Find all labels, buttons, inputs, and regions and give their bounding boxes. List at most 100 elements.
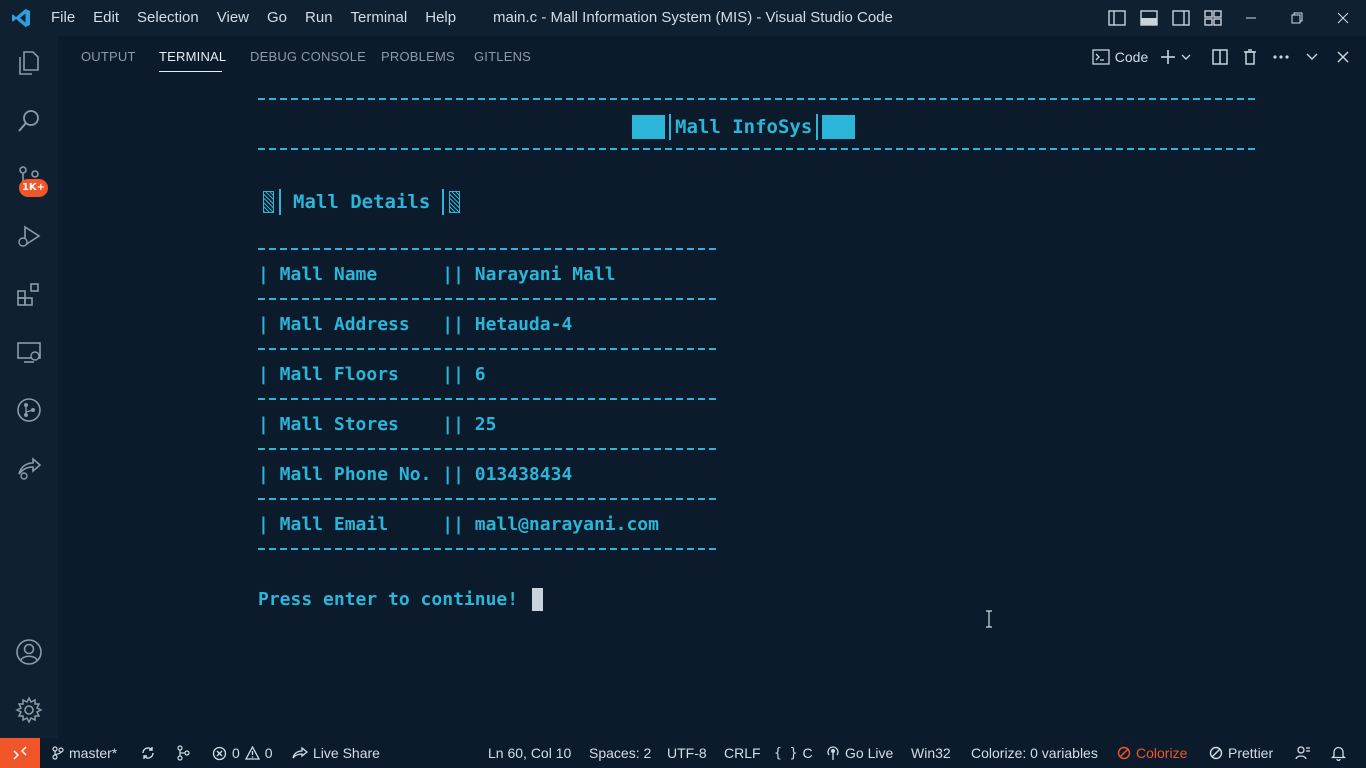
divider-line — [258, 548, 720, 550]
mouse-ibeam-icon — [986, 610, 992, 628]
layout-controls — [1106, 8, 1223, 28]
menu-edit[interactable]: Edit — [84, 0, 128, 36]
vertical-bar-glyph — [669, 114, 671, 140]
tab-gitlens[interactable]: GITLENS — [474, 49, 531, 64]
table-row: | Mall Address || Hetauda-4 — [258, 314, 572, 335]
menu-terminal[interactable]: Terminal — [342, 0, 417, 36]
minimize-icon[interactable] — [1228, 0, 1274, 36]
maximize-panel-chevron-icon[interactable] — [1297, 44, 1327, 70]
platform[interactable]: Win32 — [911, 738, 951, 768]
live-share-status[interactable]: Live Share — [292, 738, 380, 768]
remote-explorer-icon[interactable] — [0, 328, 58, 376]
git-graph-icon[interactable] — [176, 738, 190, 768]
menu-view[interactable]: View — [208, 0, 258, 36]
shade-glyph — [263, 191, 274, 213]
git-branch-icon — [52, 746, 64, 760]
accounts-icon[interactable] — [0, 628, 58, 676]
new-terminal-plus-icon[interactable] — [1157, 44, 1179, 70]
live-share-icon[interactable] — [0, 444, 58, 492]
menu-go[interactable]: Go — [258, 0, 296, 36]
feedback-icon[interactable] — [1295, 738, 1311, 768]
divider-line — [258, 298, 720, 300]
toggle-primary-sidebar-icon[interactable] — [1106, 8, 1127, 28]
table-row: | Mall Floors || 6 — [258, 364, 486, 385]
error-icon — [212, 746, 227, 760]
run-debug-icon[interactable] — [0, 212, 58, 260]
sync-icon[interactable] — [140, 738, 156, 768]
restore-icon[interactable] — [1274, 0, 1320, 36]
divider-line — [258, 98, 1258, 100]
status-bar: master* 0 0 Live Share Ln 60, Col 10 Spa… — [0, 738, 1366, 768]
row-value: Narayani Mall — [474, 264, 616, 285]
remote-indicator-icon[interactable] — [0, 738, 40, 768]
gitlens-icon[interactable] — [0, 386, 58, 434]
colorize-variables[interactable]: Colorize: 0 variables — [971, 738, 1098, 768]
extensions-icon[interactable] — [0, 270, 58, 318]
panel-header: OUTPUT TERMINAL DEBUG CONSOLE PROBLEMS G… — [58, 36, 1366, 78]
menu-run[interactable]: Run — [296, 0, 342, 36]
braces-icon: { } — [774, 745, 798, 761]
colorize-label: Colorize — [1136, 745, 1188, 761]
search-icon[interactable] — [0, 97, 58, 145]
encoding[interactable]: UTF-8 — [667, 738, 707, 768]
row-label: | Mall Stores || — [258, 414, 475, 435]
row-value: Hetauda-4 — [474, 314, 573, 335]
close-panel-icon[interactable] — [1327, 44, 1359, 70]
row-value: 013438434 — [474, 464, 573, 485]
vertical-bar-glyph — [816, 114, 819, 140]
app-title: Mall InfoSys — [675, 116, 813, 138]
table-row: | Mall Email || mall@narayani.com — [258, 514, 659, 535]
shade-glyph — [449, 191, 461, 213]
tab-debug-console[interactable]: DEBUG CONSOLE — [250, 49, 366, 64]
divider-line — [258, 498, 720, 500]
menu-selection[interactable]: Selection — [128, 0, 208, 36]
terminal-output[interactable]: Mall InfoSys Mall Details | Mall Name ||… — [58, 78, 1366, 738]
terminal-profile-button[interactable]: Code — [1089, 44, 1151, 70]
broadcast-icon — [827, 746, 839, 760]
block-glyph — [632, 115, 665, 139]
activity-bar: 1K+ — [0, 36, 58, 738]
tab-output[interactable]: OUTPUT — [81, 49, 136, 64]
branch-status[interactable]: master* — [52, 738, 117, 768]
divider-line — [258, 348, 720, 350]
line-ending[interactable]: CRLF — [724, 738, 761, 768]
menu-file[interactable]: File — [42, 0, 84, 36]
toggle-panel-icon[interactable] — [1138, 8, 1159, 28]
terminal-cursor — [532, 588, 543, 611]
live-share-arrow-icon — [292, 746, 308, 759]
colorize-button[interactable]: Colorize — [1117, 738, 1187, 768]
source-control-badge: 1K+ — [19, 179, 48, 197]
explorer-icon[interactable] — [0, 39, 58, 87]
row-label: | Mall Address || — [258, 314, 475, 335]
language-label: C — [802, 745, 813, 761]
toggle-secondary-sidebar-icon[interactable] — [1170, 8, 1191, 28]
customize-layout-icon[interactable] — [1202, 8, 1223, 28]
indentation[interactable]: Spaces: 2 — [589, 738, 651, 768]
go-live-button[interactable]: Go Live — [826, 738, 893, 768]
launch-profile-chevron-down-icon[interactable] — [1179, 44, 1193, 70]
language-mode[interactable]: { } C — [774, 738, 813, 768]
app-title-banner: Mall InfoSys — [632, 114, 856, 140]
row-label: | Mall Phone No. || — [258, 464, 475, 485]
problems-status[interactable]: 0 0 — [212, 738, 273, 768]
terminal-profile-label: Code — [1114, 49, 1149, 65]
section-title: Mall Details — [293, 191, 431, 213]
menu-help[interactable]: Help — [416, 0, 465, 36]
split-terminal-icon[interactable] — [1205, 44, 1235, 70]
settings-gear-icon[interactable] — [0, 686, 58, 734]
prettier-button[interactable]: Prettier — [1209, 738, 1273, 768]
more-actions-ellipsis-icon[interactable] — [1265, 44, 1297, 70]
table-row: | Mall Name || Narayani Mall — [258, 264, 616, 285]
tab-problems[interactable]: PROBLEMS — [381, 49, 455, 64]
kill-terminal-trash-icon[interactable] — [1235, 44, 1265, 70]
close-icon[interactable] — [1320, 0, 1366, 36]
branch-name: master* — [69, 745, 118, 761]
vertical-bar-glyph — [279, 189, 281, 215]
notifications-bell-icon[interactable] — [1331, 738, 1346, 768]
error-count: 0 — [232, 745, 240, 761]
cursor-position[interactable]: Ln 60, Col 10 — [488, 738, 571, 768]
tab-terminal[interactable]: TERMINAL — [159, 49, 226, 64]
row-value: 6 — [474, 364, 486, 385]
title-bar: File Edit Selection View Go Run Terminal… — [0, 0, 1366, 36]
active-tab-indicator — [159, 71, 222, 72]
